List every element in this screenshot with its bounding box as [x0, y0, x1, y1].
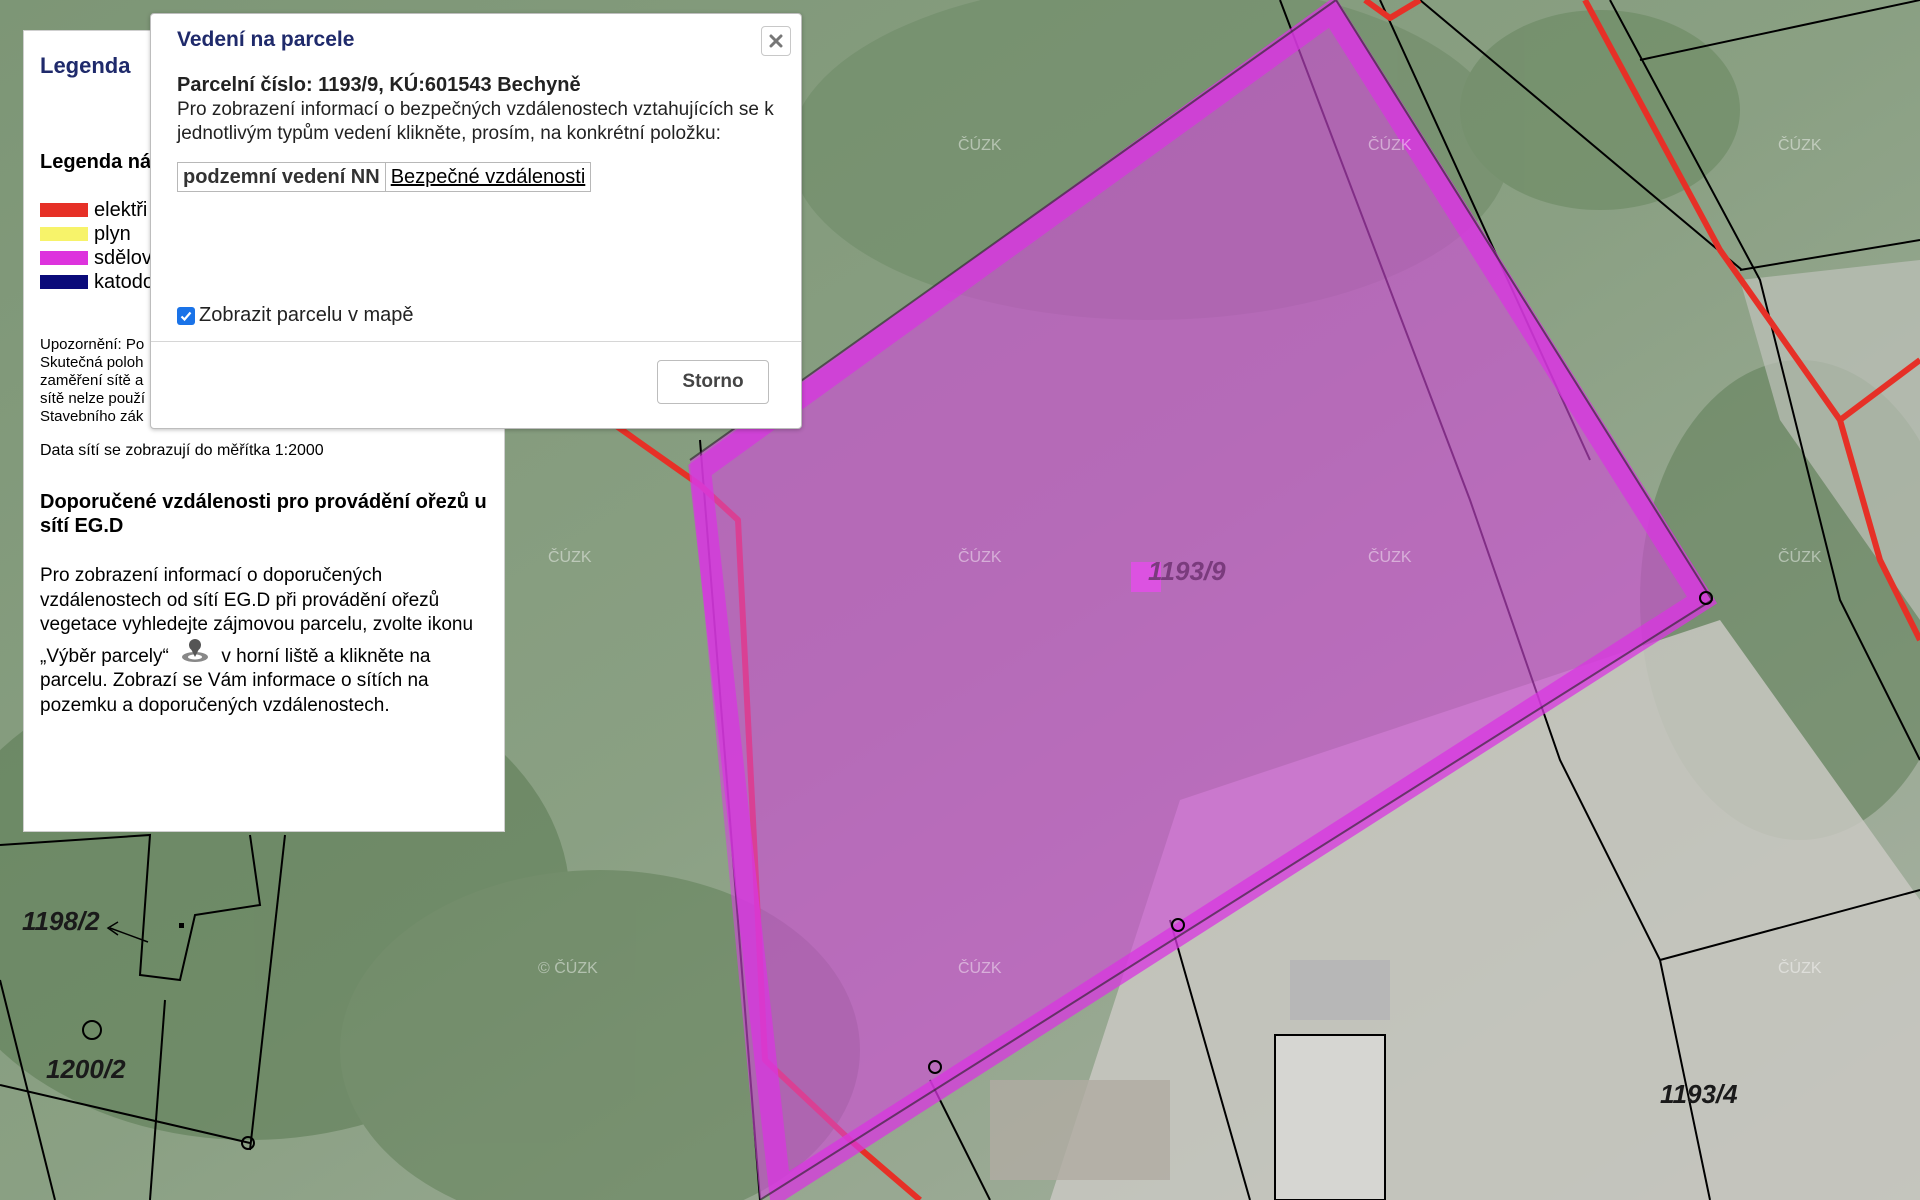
legend-item-label: elektři	[94, 198, 148, 221]
dialog-divider	[151, 341, 801, 342]
watermark: ČÚZK	[1778, 547, 1822, 566]
watermark: © ČÚZK	[538, 958, 598, 977]
line-type: podzemní vedení NN	[177, 162, 386, 192]
legend-item-label: sdělov	[94, 246, 152, 269]
watermark: ČÚZK	[1368, 547, 1412, 566]
legend-swatch	[40, 275, 88, 289]
line-link-cell: Bezpečné vzdálenosti	[384, 162, 592, 192]
check-icon	[180, 311, 192, 321]
legend-item-label: katodo	[94, 270, 155, 293]
legend-swatch	[40, 203, 88, 217]
parcel-label-1198-2: 1198/2	[22, 906, 100, 936]
show-parcel-row[interactable]: Zobrazit parcelu v mapě	[177, 304, 414, 327]
close-icon	[769, 34, 783, 48]
parcel-label-main: 1193/9	[1148, 556, 1226, 586]
watermark: ČÚZK	[548, 547, 592, 566]
parcel-label-1193-4: 1193/4	[1660, 1079, 1738, 1109]
recommend-title: Doporučené vzdálenosti pro provádění oře…	[40, 491, 487, 537]
watermark: ČÚZK	[958, 958, 1002, 977]
safe-distance-link[interactable]: Bezpečné vzdálenosti	[391, 166, 586, 188]
legend-swatch	[40, 251, 88, 265]
legend-swatch	[40, 227, 88, 241]
parcel-lines-dialog: Vedení na parcele Parcelní číslo: 1193/9…	[150, 13, 802, 429]
table-row: podzemní vedení NN Bezpečné vzdálenosti	[177, 162, 592, 192]
watermark: ČÚZK	[1778, 958, 1822, 977]
scale-note: Data sítí se zobrazují do měřítka 1:2000	[40, 442, 324, 459]
cancel-button[interactable]: Storno	[657, 360, 769, 404]
legend-item-label: plyn	[94, 222, 131, 245]
dialog-info-text: Pro zobrazení informací o bezpečných vzd…	[177, 99, 774, 144]
recommend-text: Pro zobrazení informací o doporučených v…	[40, 564, 488, 718]
show-parcel-checkbox[interactable]	[177, 306, 195, 325]
lines-table: podzemní vedení NN Bezpečné vzdálenosti	[177, 162, 592, 192]
watermark: ČÚZK	[958, 547, 1002, 566]
parcel-select-icon	[180, 638, 210, 664]
watermark: ČÚZK	[958, 135, 1002, 154]
watermark: ČÚZK	[1778, 135, 1822, 154]
parcel-number: Parcelní číslo: 1193/9, KÚ:601543 Bechyn…	[177, 74, 581, 96]
watermark: ČÚZK	[1368, 135, 1412, 154]
show-parcel-label: Zobrazit parcelu v mapě	[199, 304, 414, 326]
parcel-label-1200-2: 1200/2	[46, 1054, 126, 1084]
close-button[interactable]	[761, 26, 791, 56]
dialog-title: Vedení na parcele	[177, 28, 355, 51]
dialog-body: Parcelní číslo: 1193/9, KÚ:601543 Bechyn…	[177, 74, 777, 192]
